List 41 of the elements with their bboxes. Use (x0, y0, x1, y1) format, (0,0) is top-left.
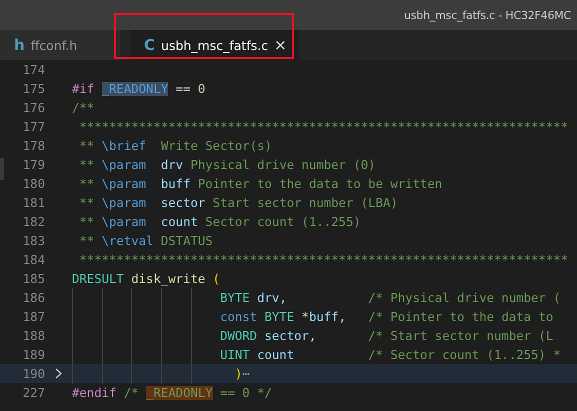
code-line: ****************************************************************** (78, 120, 568, 134)
code-line: const BYTE *buff, /* Pointer to the data to (72, 310, 554, 324)
line-number: 181 (22, 196, 45, 210)
code-line: )⋯ (72, 366, 250, 380)
line-number: 189 (22, 348, 45, 362)
line-number: 176 (22, 100, 45, 114)
line-number: 188 (22, 328, 45, 342)
code-line: ** \param sector Start sector number (LBA) (78, 196, 398, 210)
code-line: BYTE drv, /* Physical drive number ( (72, 290, 561, 304)
code-line: ** \brief Write Sector(s) (78, 138, 272, 152)
line-number: 186 (22, 290, 45, 304)
code-line: DWORD sector, /* Start sector number (L (72, 328, 554, 342)
code-line: UINT count /* Sector count (1..255) * (72, 348, 561, 362)
line-number: 227 (22, 386, 45, 400)
code-line: ** \param count Sector count (1..255) (78, 214, 361, 228)
close-icon[interactable]: × (274, 36, 287, 54)
file-type-icon: C (144, 36, 156, 54)
line-number: 179 (22, 158, 45, 172)
line-number: 175 (22, 82, 45, 96)
chevron-right-icon[interactable] (54, 368, 62, 379)
line-number: 185 (22, 272, 45, 286)
file-tab[interactable]: h ffconf.h (0, 30, 120, 60)
line-number: 190 (22, 366, 45, 380)
file-tab[interactable]: C usbh_msc_fatfs.c × (130, 30, 299, 60)
code-line: #endif /* _READONLY == 0 */ (72, 386, 272, 400)
code-line: ** \retval DSTATUS (78, 234, 213, 248)
code-line: /** (72, 100, 94, 114)
code-line: ****************************************************************** (78, 252, 568, 266)
line-number: 180 (22, 176, 45, 190)
line-number: 182 (22, 214, 45, 228)
line-number: 174 (22, 62, 45, 76)
line-number: 187 (22, 310, 45, 324)
line-number: 183 (22, 234, 45, 248)
code-line: DRESULT disk_write ( (72, 272, 220, 286)
window-title: usbh_msc_fatfs.c - HC32F46MC (404, 8, 572, 22)
line-number: 184 (22, 252, 45, 266)
code-line: ** \param buff Pointer to the data to be written (78, 176, 442, 190)
line-number: 178 (22, 138, 45, 152)
line-number: 177 (22, 120, 45, 134)
code-line: ** \param drv Physical drive number (0) (78, 158, 376, 172)
file-type-icon: h (14, 36, 25, 54)
